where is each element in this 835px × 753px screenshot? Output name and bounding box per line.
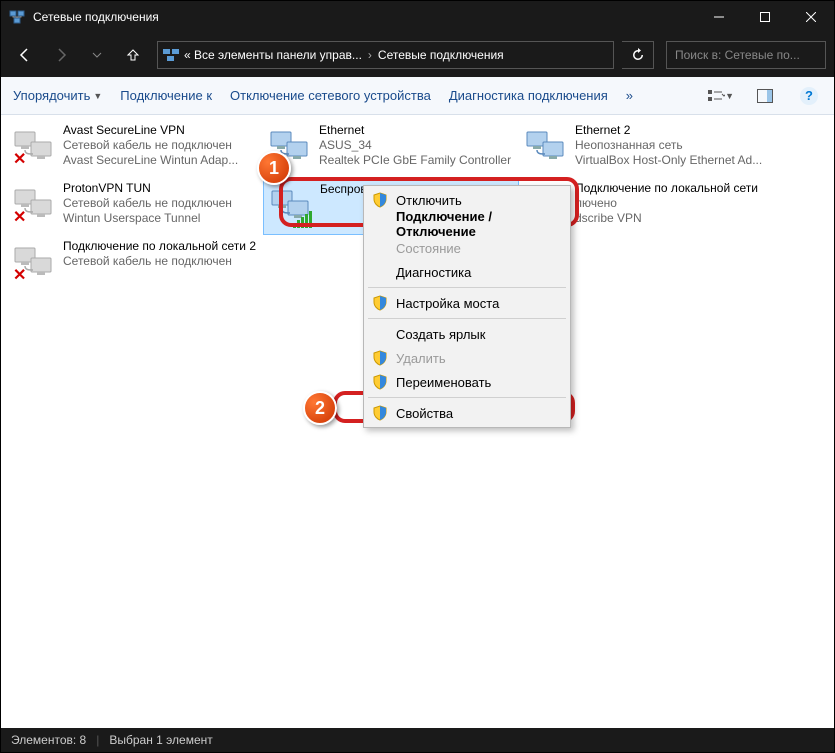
breadcrumb-root[interactable]: « Все элементы панели управ... bbox=[184, 48, 362, 62]
breadcrumb-separator: › bbox=[368, 48, 372, 62]
connection-name: Avast SecureLine VPN bbox=[63, 123, 259, 138]
connection-device: Wintun Userspace Tunnel bbox=[63, 211, 259, 226]
connection-name: Подключение по локальной сети bbox=[575, 181, 771, 196]
connection-device: Avast SecureLine Wintun Adap... bbox=[63, 153, 259, 168]
connect-to-button[interactable]: Подключение к bbox=[120, 88, 212, 103]
connection-item[interactable]: Ethernet 2 Неопознанная сеть VirtualBox … bbox=[519, 121, 775, 177]
minimize-button[interactable] bbox=[696, 1, 742, 33]
organize-menu[interactable]: Упорядочить ▼ bbox=[13, 88, 102, 103]
annotation-badge-2: 2 bbox=[303, 391, 337, 425]
titlebar: Сетевые подключения bbox=[1, 1, 834, 33]
network-adapter-icon: ✕ bbox=[11, 123, 59, 171]
shield-icon bbox=[372, 405, 388, 421]
annotation-badge-1: 1 bbox=[257, 151, 291, 185]
disable-device-button[interactable]: Отключение сетевого устройства bbox=[230, 88, 431, 103]
window-title: Сетевые подключения bbox=[33, 10, 696, 24]
network-adapter-icon bbox=[268, 182, 316, 230]
connection-status: лючено bbox=[575, 196, 771, 211]
connection-status: Неопознанная сеть bbox=[575, 138, 771, 153]
ctx-diagnostics[interactable]: Диагностика bbox=[366, 260, 568, 284]
view-options-button[interactable]: ▼ bbox=[708, 83, 734, 109]
connection-name: Подключение по локальной сети 2 bbox=[63, 239, 259, 254]
ctx-state: Состояние bbox=[366, 236, 568, 260]
network-adapter-icon: ✕ bbox=[11, 239, 59, 287]
toolbar: Упорядочить ▼ Подключение к Отключение с… bbox=[1, 77, 834, 115]
connection-status: Сетевой кабель не подключен bbox=[63, 138, 259, 153]
up-button[interactable] bbox=[117, 39, 149, 71]
control-panel-icon bbox=[162, 46, 180, 64]
ctx-rename[interactable]: Переименовать bbox=[366, 370, 568, 394]
breadcrumb-current[interactable]: Сетевые подключения bbox=[378, 48, 504, 62]
disconnected-x-icon: ✕ bbox=[13, 149, 26, 169]
breadcrumb[interactable]: « Все элементы панели управ... › Сетевые… bbox=[157, 41, 614, 69]
recent-dropdown[interactable] bbox=[81, 39, 113, 71]
connection-name: Ethernet 2 bbox=[575, 123, 771, 138]
connection-item[interactable]: ✕ Подключение по локальной сети 2 Сетево… bbox=[7, 237, 263, 293]
app-icon bbox=[9, 9, 25, 25]
forward-button[interactable] bbox=[45, 39, 77, 71]
shield-icon bbox=[372, 192, 388, 208]
context-menu: Отключить Подключение / Отключение Состо… bbox=[363, 185, 571, 428]
status-selected: Выбран 1 элемент bbox=[109, 733, 212, 747]
connection-status: ASUS_34 bbox=[319, 138, 515, 153]
shield-icon bbox=[372, 295, 388, 311]
ctx-delete: Удалить bbox=[366, 346, 568, 370]
content-area: ✕ Avast SecureLine VPN Сетевой кабель не… bbox=[1, 115, 834, 728]
connection-device: Realtek PCIe GbE Family Controller bbox=[319, 153, 515, 168]
diagnose-button[interactable]: Диагностика подключения bbox=[449, 88, 608, 103]
wifi-signal-icon bbox=[293, 211, 312, 228]
network-adapter-icon: ✕ bbox=[11, 181, 59, 229]
maximize-button[interactable] bbox=[742, 1, 788, 33]
shield-icon bbox=[372, 374, 388, 390]
status-item-count: Элементов: 8 bbox=[11, 733, 86, 747]
disconnected-x-icon: ✕ bbox=[13, 207, 26, 227]
connection-device: dscribe VPN bbox=[575, 211, 771, 226]
ctx-separator bbox=[368, 318, 566, 319]
close-button[interactable] bbox=[788, 1, 834, 33]
search-input[interactable]: Поиск в: Сетевые по... bbox=[666, 41, 826, 69]
shield-icon bbox=[372, 350, 388, 366]
navbar: « Все элементы панели управ... › Сетевые… bbox=[1, 33, 834, 77]
network-adapter-icon bbox=[523, 123, 571, 171]
ctx-shortcut[interactable]: Создать ярлык bbox=[366, 322, 568, 346]
help-button[interactable]: ? bbox=[796, 83, 822, 109]
ctx-separator bbox=[368, 287, 566, 288]
preview-pane-button[interactable] bbox=[752, 83, 778, 109]
connection-status: Сетевой кабель не подключен bbox=[63, 196, 259, 211]
connection-item[interactable]: ✕ ProtonVPN TUN Сетевой кабель не подклю… bbox=[7, 179, 263, 235]
connection-name: ProtonVPN TUN bbox=[63, 181, 259, 196]
back-button[interactable] bbox=[9, 39, 41, 71]
ctx-connect-disconnect[interactable]: Подключение / Отключение bbox=[366, 212, 568, 236]
connection-device: VirtualBox Host-Only Ethernet Ad... bbox=[575, 153, 771, 168]
ctx-bridge[interactable]: Настройка моста bbox=[366, 291, 568, 315]
ctx-properties[interactable]: Свойства bbox=[366, 401, 568, 425]
statusbar: Элементов: 8 | Выбран 1 элемент bbox=[1, 728, 834, 752]
refresh-button[interactable] bbox=[622, 41, 654, 69]
toolbar-more[interactable]: » bbox=[626, 88, 633, 103]
ctx-separator bbox=[368, 397, 566, 398]
connection-item[interactable]: ✕ Avast SecureLine VPN Сетевой кабель не… bbox=[7, 121, 263, 177]
connection-item[interactable]: Ethernet ASUS_34 Realtek PCIe GbE Family… bbox=[263, 121, 519, 177]
connection-name: Ethernet bbox=[319, 123, 515, 138]
connection-status: Сетевой кабель не подключен bbox=[63, 254, 259, 269]
disconnected-x-icon: ✕ bbox=[13, 265, 26, 285]
